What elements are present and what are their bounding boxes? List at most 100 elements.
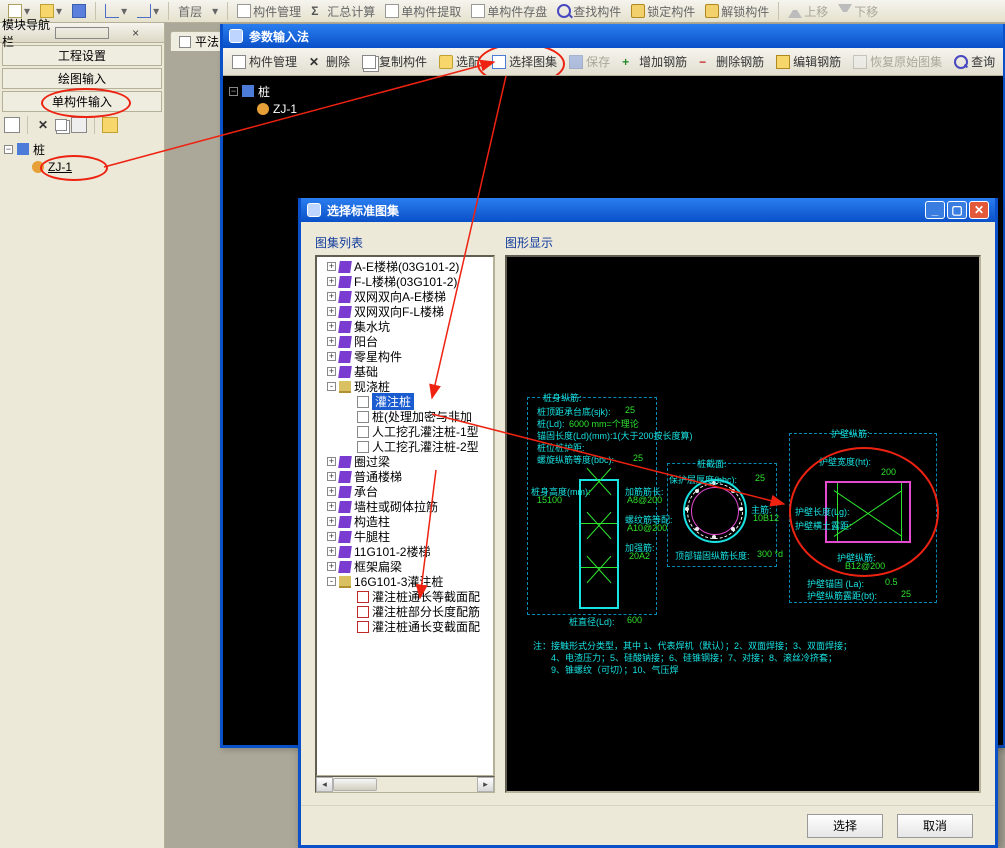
tree-toggle-icon[interactable]: + (327, 292, 336, 301)
atlas-item[interactable]: -16G101-3灌注桩 (319, 574, 493, 589)
scroll-right-button[interactable]: ▸ (477, 777, 494, 792)
tree-toggle-icon[interactable]: + (327, 547, 336, 556)
horizontal-scrollbar[interactable]: ◂ ▸ (315, 776, 495, 793)
atlas-item[interactable]: +双网双向F-L楼梯 (319, 304, 493, 319)
lbl-zzj: 桩直径(Ld): (569, 615, 615, 628)
ok-button[interactable]: 选择 (807, 814, 883, 838)
atlas-item[interactable]: +承台 (319, 484, 493, 499)
layer-selector-dd[interactable]: ▾ (208, 1, 222, 21)
win2-titlebar[interactable]: 选择标准图集 _ ▢ ✕ (301, 198, 995, 222)
w1-edit[interactable]: 编辑钢筋 (771, 51, 846, 73)
atlas-item[interactable]: +零星构件 (319, 349, 493, 364)
atlas-item[interactable]: 灌注桩 (319, 394, 493, 409)
atlas-item[interactable]: 灌注桩通长等截面配 (319, 589, 493, 604)
atlas-item[interactable]: +墙柱或砌体拉筋 (319, 499, 493, 514)
tree-toggle-icon[interactable]: + (327, 307, 336, 316)
diagram-canvas[interactable]: 桩身纵筋: 桩顶距承台底(sjk): 25 桩(Ld): 6000 mm=个理论… (505, 255, 981, 793)
atlas-list[interactable]: +A-E楼梯(03G101-2)+F-L楼梯(03G101-2)+双网双向A-E… (315, 255, 495, 777)
w1-save[interactable]: 保存 (564, 51, 615, 73)
tree-toggle-icon[interactable]: + (327, 277, 336, 286)
tree-toggle-icon[interactable]: + (327, 352, 336, 361)
mini-misc-icon[interactable] (102, 117, 118, 133)
atlas-item[interactable]: 灌注桩部分长度配筋 (319, 604, 493, 619)
w1-pick[interactable]: 选择图集 (487, 51, 562, 73)
atlas-item[interactable]: +11G101-2楼梯 (319, 544, 493, 559)
w1-copy[interactable]: 复制构件 (357, 51, 432, 73)
tree-toggle-icon[interactable]: − (4, 145, 13, 154)
tb-up[interactable]: 上移 (784, 1, 832, 21)
atlas-item[interactable]: +阳台 (319, 334, 493, 349)
atlas-item[interactable]: +F-L楼梯(03G101-2) (319, 274, 493, 289)
tree-toggle-icon[interactable]: - (327, 577, 336, 586)
redo-button[interactable]: ▾ (133, 1, 163, 21)
undo-button[interactable]: ▾ (101, 1, 131, 21)
nav-tree-child[interactable]: ZJ-1 (4, 158, 164, 176)
tree-toggle-icon[interactable]: + (327, 322, 336, 331)
w1-search[interactable]: 查询 (949, 51, 1000, 73)
tree-toggle-icon[interactable]: + (327, 367, 336, 376)
tree-toggle-icon[interactable]: - (327, 382, 336, 391)
tb-down[interactable]: 下移 (834, 1, 882, 21)
atlas-item[interactable]: +构造柱 (319, 514, 493, 529)
save-button[interactable] (68, 1, 90, 21)
tree-toggle-icon[interactable]: + (327, 337, 336, 346)
mini-paste-icon[interactable] (71, 117, 87, 133)
tb-extract[interactable]: 单构件提取 (381, 1, 465, 21)
book-icon (338, 291, 352, 303)
nav-tree-root[interactable]: − 桩 (4, 140, 164, 158)
atlas-item[interactable]: +集水坑 (319, 319, 493, 334)
win1-tree-child[interactable]: ZJ-1 (229, 100, 411, 118)
tree-toggle-icon[interactable]: + (327, 457, 336, 466)
atlas-item[interactable]: +双网双向A-E楼梯 (319, 289, 493, 304)
atlas-item[interactable]: 人工挖孔灌注桩-2型 (319, 439, 493, 454)
maximize-button[interactable]: ▢ (947, 201, 967, 219)
minimize-button[interactable]: _ (925, 201, 945, 219)
tree-toggle-icon[interactable]: + (327, 502, 336, 511)
atlas-item[interactable]: +框架扁梁 (319, 559, 493, 574)
w1-sel[interactable]: 选配 (434, 51, 485, 73)
close-icon[interactable]: × (109, 27, 162, 39)
scroll-track[interactable] (333, 777, 477, 792)
tb-lock[interactable]: 锁定构件 (627, 1, 699, 21)
w1-rm[interactable]: −删除钢筋 (694, 51, 769, 73)
mini-list-icon[interactable] (4, 117, 20, 133)
tree-toggle-icon[interactable]: + (327, 532, 336, 541)
atlas-item[interactable]: -现浇桩 (319, 379, 493, 394)
cancel-button[interactable]: 取消 (897, 814, 973, 838)
win1-titlebar[interactable]: 参数输入法 (223, 24, 1003, 48)
w1-del[interactable]: ✕删除 (304, 51, 355, 73)
tb-gjgl[interactable]: 构件管理 (233, 1, 305, 21)
atlas-item[interactable]: +普通楼梯 (319, 469, 493, 484)
tb-sum[interactable]: Σ汇总计算 (307, 1, 379, 21)
nav-btn-draw[interactable]: 绘图输入 (2, 68, 162, 89)
w1-restore[interactable]: 恢复原始图集 (848, 51, 947, 73)
tb-store[interactable]: 单构件存盘 (467, 1, 551, 21)
atlas-item[interactable]: 人工挖孔灌注桩-1型 (319, 424, 493, 439)
nav-btn-single[interactable]: 单构件输入 (2, 91, 162, 112)
atlas-item[interactable]: 灌注桩通长变截面配 (319, 619, 493, 634)
atlas-item[interactable]: 桩(处理加密与非加 (319, 409, 493, 424)
atlas-item[interactable]: +圈过梁 (319, 454, 493, 469)
scroll-thumb[interactable] (333, 778, 377, 791)
w1-mgmt[interactable]: 构件管理 (227, 51, 302, 73)
atlas-item[interactable]: +基础 (319, 364, 493, 379)
mini-del-icon[interactable]: ✕ (35, 117, 51, 133)
tree-toggle-icon[interactable]: + (327, 562, 336, 571)
close-button[interactable]: ✕ (969, 201, 989, 219)
mini-copy-icon[interactable] (55, 119, 67, 131)
atlas-item[interactable]: +A-E楼梯(03G101-2) (319, 259, 493, 274)
tree-toggle-icon[interactable]: − (229, 87, 238, 96)
pin-icon[interactable] (55, 27, 110, 39)
win1-tree-root[interactable]: − 桩 (229, 82, 411, 100)
tb-find[interactable]: 查找构件 (553, 1, 625, 21)
tree-toggle-icon[interactable]: + (327, 517, 336, 526)
scroll-left-button[interactable]: ◂ (316, 777, 333, 792)
w1-add[interactable]: +增加钢筋 (617, 51, 692, 73)
tree-toggle-icon[interactable]: + (327, 487, 336, 496)
tree-toggle-icon[interactable]: + (327, 262, 336, 271)
atlas-item[interactable]: +牛腿柱 (319, 529, 493, 544)
layer-selector[interactable]: 首层 (174, 1, 206, 21)
tb-unlock[interactable]: 解锁构件 (701, 1, 773, 21)
book-icon (338, 351, 352, 363)
tree-toggle-icon[interactable]: + (327, 472, 336, 481)
